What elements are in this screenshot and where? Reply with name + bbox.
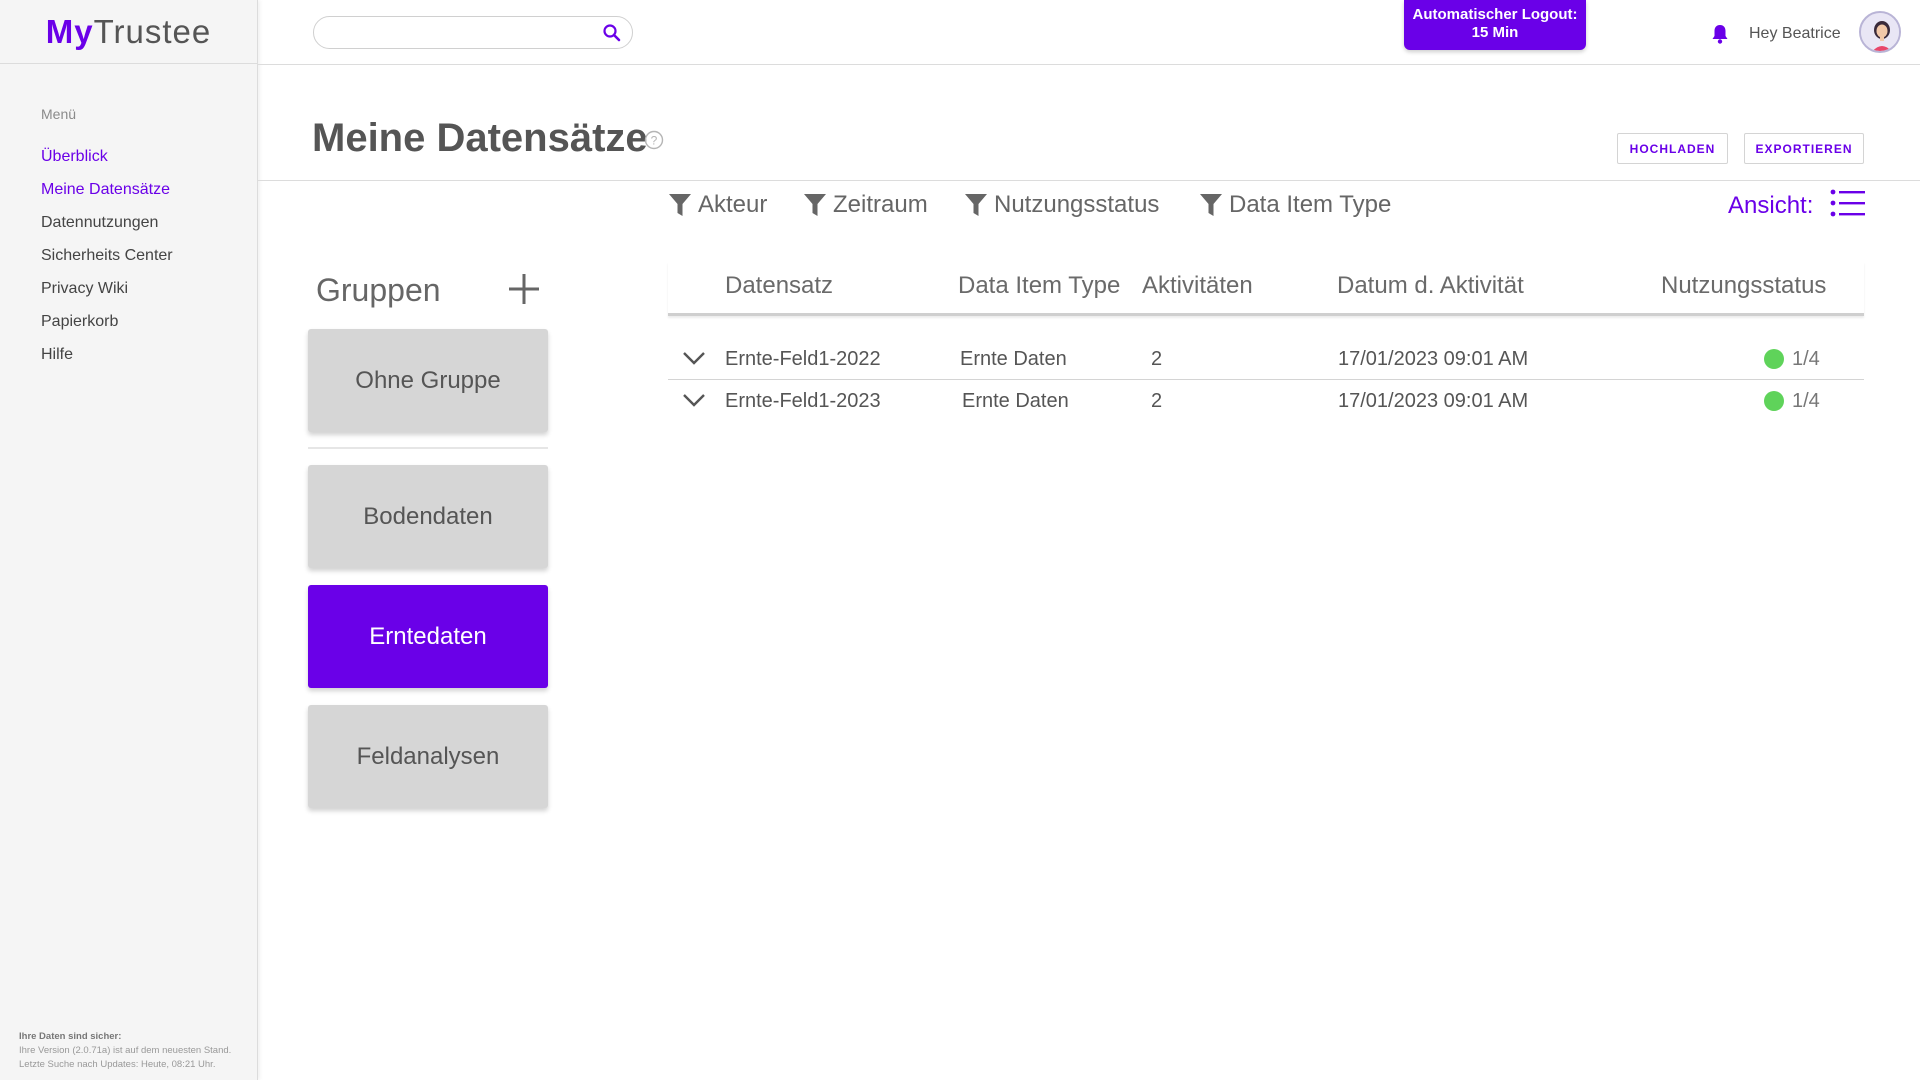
- chevron-down-icon[interactable]: [682, 392, 706, 408]
- avatar[interactable]: [1859, 11, 1901, 53]
- list-view-icon[interactable]: [1830, 188, 1866, 218]
- user-greeting: Hey Beatrice: [1749, 25, 1841, 42]
- filter-icon: [965, 194, 987, 216]
- auto-logout-badge: Automatischer Logout: 15 Min: [1404, 0, 1586, 50]
- filter-data-item-type-label: Data Item Type: [1229, 191, 1392, 218]
- group-bodendaten[interactable]: Bodendaten: [308, 465, 548, 568]
- add-group-icon[interactable]: [506, 271, 542, 307]
- column-header-data-item-type[interactable]: Data Item Type: [958, 272, 1120, 300]
- menu-heading: Menü: [41, 106, 77, 122]
- table-row[interactable]: Ernte-Feld1-2023 Ernte Daten 2 17/01/202…: [668, 380, 1864, 422]
- filter-nutzungsstatus-label: Nutzungsstatus: [994, 191, 1160, 218]
- sidebar-item-ueberblick[interactable]: Überblick: [41, 140, 173, 173]
- filter-zeitraum[interactable]: Zeitraum: [803, 191, 928, 219]
- sidebar-item-privacy-wiki[interactable]: Privacy Wiki: [41, 272, 173, 305]
- logo-trustee: Trustee: [93, 12, 212, 50]
- export-button[interactable]: EXPORTIEREN: [1744, 133, 1864, 164]
- cell-datensatz: Ernte-Feld1-2022: [725, 348, 881, 370]
- app-logo[interactable]: MyTrustee: [46, 13, 212, 51]
- sidebar-item-sicherheits-center[interactable]: Sicherheits Center: [41, 239, 173, 272]
- filter-icon: [804, 194, 826, 216]
- cell-datensatz: Ernte-Feld1-2023: [725, 390, 881, 412]
- search-icon[interactable]: [602, 23, 622, 43]
- top-bar: Automatischer Logout: 15 Min Hey Beatric…: [258, 0, 1920, 65]
- sidebar-item-hilfe[interactable]: Hilfe: [41, 338, 173, 371]
- column-header-aktivitaeten[interactable]: Aktivitäten: [1142, 272, 1253, 300]
- svg-text:?: ?: [651, 134, 658, 148]
- user-avatar-icon: [1861, 13, 1899, 51]
- group-divider: [308, 447, 548, 449]
- datasets-table: Datensatz Data Item Type Aktivitäten Dat…: [668, 262, 1864, 422]
- column-header-nutzungsstatus[interactable]: Nutzungsstatus: [1661, 272, 1826, 300]
- header-divider: [258, 180, 1920, 181]
- view-label: Ansicht:: [1728, 192, 1814, 219]
- chevron-down-icon[interactable]: [682, 350, 706, 366]
- sidebar: MyTrustee Menü Überblick Meine Datensätz…: [0, 0, 258, 1080]
- table-row[interactable]: Ernte-Feld1-2022 Ernte Daten 2 17/01/202…: [668, 338, 1864, 380]
- filter-nutzungsstatus[interactable]: Nutzungsstatus: [964, 191, 1159, 219]
- cell-datum: 17/01/2023 09:01 AM: [1338, 348, 1529, 370]
- group-erntedaten[interactable]: Erntedaten: [308, 585, 548, 688]
- filter-icon: [669, 194, 691, 216]
- cell-aktivitaeten: 2: [1151, 348, 1163, 370]
- search-box: [313, 16, 633, 49]
- cell-nutzungsstatus: 1/4: [1792, 390, 1820, 412]
- cell-data-item-type: Ernte Daten: [962, 390, 1069, 412]
- upload-button[interactable]: HOCHLADEN: [1617, 133, 1728, 164]
- cell-datum: 17/01/2023 09:01 AM: [1338, 390, 1529, 412]
- filter-akteur[interactable]: Akteur: [668, 191, 767, 219]
- group-ohne-gruppe[interactable]: Ohne Gruppe: [308, 329, 548, 432]
- bell-icon[interactable]: [1710, 23, 1730, 45]
- sidebar-item-meine-datensaetze[interactable]: Meine Datensätze: [41, 173, 173, 206]
- sidebar-menu: Überblick Meine Datensätze Datennutzunge…: [41, 140, 173, 371]
- auto-logout-label: Automatischer Logout:: [1412, 6, 1578, 23]
- security-note-title: Ihre Daten sind sicher:: [19, 1031, 122, 1042]
- filter-icon: [1200, 194, 1222, 216]
- cell-data-item-type: Ernte Daten: [960, 348, 1067, 370]
- security-note-version: Ihre Version (2.0.71a) ist auf dem neues…: [19, 1045, 232, 1056]
- filter-data-item-type[interactable]: Data Item Type: [1199, 191, 1391, 219]
- logo-area: MyTrustee: [0, 0, 257, 64]
- table-header: Datensatz Data Item Type Aktivitäten Dat…: [668, 262, 1864, 316]
- cell-aktivitaeten: 2: [1151, 390, 1163, 412]
- logo-my: My: [45, 12, 94, 50]
- auto-logout-time: 15 Min: [1471, 24, 1519, 41]
- search-input[interactable]: [328, 23, 588, 43]
- column-header-datum[interactable]: Datum d. Aktivität: [1337, 272, 1524, 300]
- status-dot: [1764, 349, 1784, 369]
- security-note: Ihre Daten sind sicher: Ihre Version (2.…: [19, 1030, 231, 1072]
- filter-zeitraum-label: Zeitraum: [833, 191, 928, 218]
- help-icon[interactable]: ?: [644, 130, 664, 150]
- filter-akteur-label: Akteur: [698, 191, 768, 218]
- status-dot: [1764, 391, 1784, 411]
- sidebar-item-datennutzungen[interactable]: Datennutzungen: [41, 206, 173, 239]
- security-note-last-check: Letzte Suche nach Updates: Heute, 08:21 …: [19, 1059, 216, 1070]
- page-title: Meine Datensätze: [312, 116, 648, 160]
- groups-title: Gruppen: [316, 272, 441, 308]
- sidebar-item-papierkorb[interactable]: Papierkorb: [41, 305, 173, 338]
- column-header-datensatz[interactable]: Datensatz: [725, 272, 833, 300]
- group-feldanalysen[interactable]: Feldanalysen: [308, 705, 548, 808]
- cell-nutzungsstatus: 1/4: [1792, 348, 1820, 370]
